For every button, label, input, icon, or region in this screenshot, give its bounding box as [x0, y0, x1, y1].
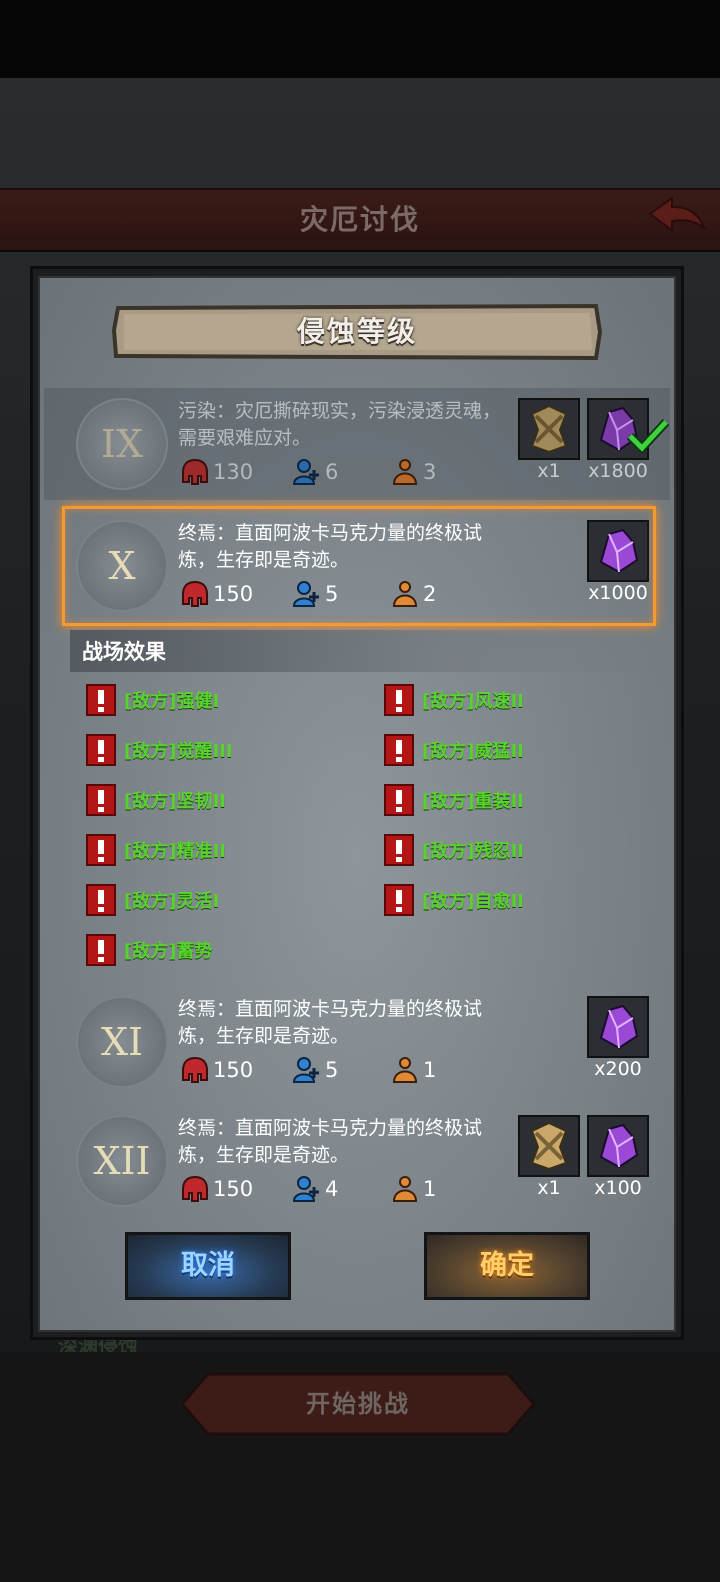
reward-count: x1: [537, 460, 561, 482]
header-title: 灾厄讨伐: [299, 203, 420, 236]
effect-label: [敌方]重装II: [422, 791, 524, 812]
back-arrow-icon[interactable]: [648, 194, 707, 238]
warning-icon: [86, 884, 116, 916]
purple-crystal-icon: [587, 996, 649, 1058]
warning-icon: [86, 684, 116, 716]
level-numeral: IX: [100, 422, 144, 466]
revive-icon: [392, 459, 418, 485]
emblem-icon: [518, 398, 580, 460]
effect-label: [敌方]坚韧II: [124, 791, 226, 812]
start-challenge-label: 开始挑战: [306, 1390, 410, 1418]
skull-value: 150: [213, 1058, 254, 1082]
reward-count: x1: [537, 1177, 561, 1199]
level-numeral: XII: [93, 1139, 151, 1183]
level-numeral: XI: [100, 1020, 144, 1064]
level-description: 污染：灾厄撕碎现实，污染浸透灵魂， 需要艰难应对。: [178, 398, 518, 452]
level-description-line-1: 污染：灾厄撕碎现实，污染浸透灵魂，: [178, 400, 502, 422]
dialog-title-banner: 侵蚀等级: [111, 303, 603, 361]
revive-icon: [392, 1057, 418, 1083]
effect-label: [敌方]风速II: [422, 691, 524, 712]
players-value: 4: [325, 1177, 339, 1201]
start-challenge-button[interactable]: 开始挑战: [180, 1372, 536, 1436]
level-description-line-1: 终焉：直面阿波卡马克力量的终极试: [178, 1117, 483, 1139]
dialog-title: 侵蚀等级: [296, 315, 417, 348]
warning-icon: [384, 734, 414, 766]
level-row-xi[interactable]: XI 终焉：直面阿波卡马克力量的终极试 炼，生存即是奇迹。 150 5 1 x2…: [44, 986, 670, 1098]
skull-helmet-icon: [182, 1175, 208, 1202]
effect-label: [敌方]觉醒III: [124, 741, 233, 762]
effects-title: 战场效果: [82, 640, 166, 664]
effect-label: [敌方]强健I: [124, 691, 220, 712]
skull-helmet-icon: [182, 458, 208, 485]
warning-icon: [384, 684, 414, 716]
claimed-check-icon: [626, 418, 670, 454]
players-value: 5: [325, 1058, 339, 1082]
level-row-xii[interactable]: XII 终焉：直面阿波卡马克力量的终极试 炼，生存即是奇迹。 150 4 1 x…: [44, 1105, 670, 1217]
warning-icon: [384, 834, 414, 866]
level-description-line-2: 需要艰难应对。: [178, 427, 312, 449]
warning-icon: [384, 884, 414, 916]
cancel-label: 取消: [181, 1250, 235, 1281]
effect-label: [敌方]残忍II: [422, 841, 524, 862]
status-bar: [0, 0, 720, 78]
emblem-icon: [518, 1115, 580, 1177]
players-value: 6: [325, 460, 339, 484]
revives-value: 1: [423, 1177, 437, 1201]
reward-count: x100: [594, 1177, 642, 1199]
purple-crystal-icon: [587, 1115, 649, 1177]
effect-label: [敌方]蓄势: [124, 941, 213, 962]
level-description: 终焉：直面阿波卡马克力量的终极试 炼，生存即是奇迹。: [178, 1115, 518, 1169]
warning-icon: [384, 784, 414, 816]
effect-label: [敌方]灵活I: [124, 891, 220, 912]
warning-icon: [86, 734, 116, 766]
confirm-button[interactable]: 确定: [424, 1232, 590, 1300]
skull-value: 150: [213, 1177, 254, 1201]
warning-icon: [86, 784, 116, 816]
skull-helmet-icon: [182, 1056, 208, 1083]
players-icon: [292, 459, 319, 485]
effect-label: [敌方]精准II: [124, 841, 226, 862]
effect-label: [敌方]威猛II: [422, 741, 524, 762]
reward-count: x1800: [588, 460, 648, 482]
level-description-line-2: 炼，生存即是奇迹。: [178, 1144, 350, 1166]
reward-count: x200: [594, 1058, 642, 1080]
level-description: 终焉：直面阿波卡马克力量的终极试 炼，生存即是奇迹。: [178, 996, 518, 1050]
revives-value: 1: [423, 1058, 437, 1082]
warning-icon: [86, 934, 116, 966]
selected-level-highlight: [62, 506, 656, 626]
warning-icon: [86, 834, 116, 866]
cancel-button[interactable]: 取消: [125, 1232, 291, 1300]
level-row-ix[interactable]: IX 污染：灾厄撕碎现实，污染浸透灵魂， 需要艰难应对。 130 6 3 x1 …: [44, 388, 670, 500]
players-icon: [292, 1057, 319, 1083]
level-description-line-2: 炼，生存即是奇迹。: [178, 1025, 350, 1047]
revives-value: 3: [423, 460, 437, 484]
confirm-label: 确定: [480, 1250, 534, 1281]
skull-value: 130: [213, 460, 254, 484]
level-description-line-1: 终焉：直面阿波卡马克力量的终极试: [178, 998, 483, 1020]
revive-icon: [392, 1176, 418, 1202]
effect-label: [敌方]自愈II: [422, 891, 524, 912]
players-icon: [292, 1176, 319, 1202]
